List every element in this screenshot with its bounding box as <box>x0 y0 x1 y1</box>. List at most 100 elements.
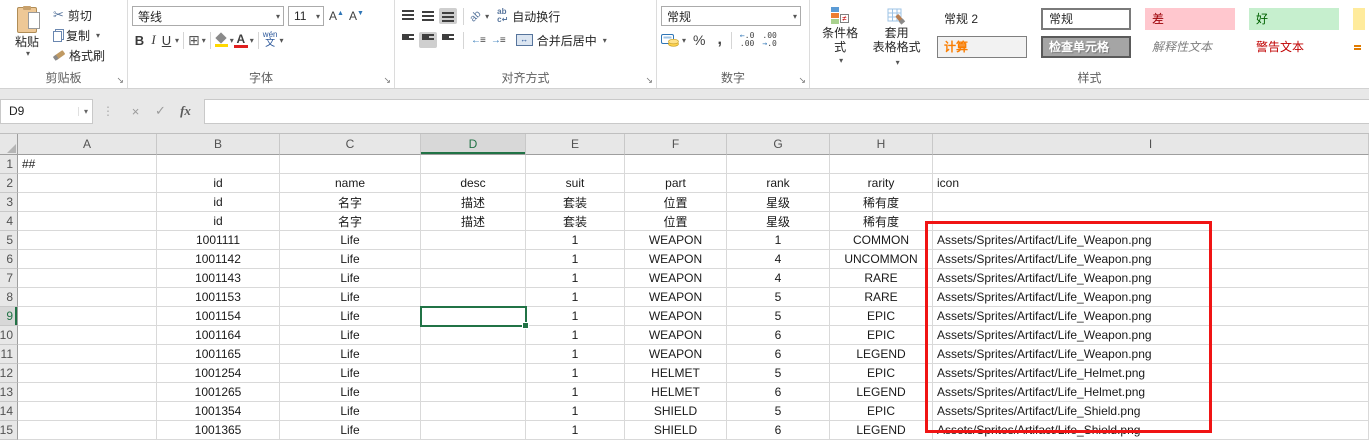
cell-G12[interactable]: 5 <box>727 364 830 383</box>
cell-style-bad[interactable]: 差 <box>1145 8 1235 30</box>
cell-C9[interactable]: Life <box>280 307 421 326</box>
cell-F6[interactable]: WEAPON <box>625 250 727 269</box>
cell-style-orange-sliver[interactable] <box>1353 36 1365 58</box>
row-header-1[interactable]: 1 <box>0 155 18 174</box>
cell-B2[interactable]: id <box>157 174 280 193</box>
cell-B14[interactable]: 1001354 <box>157 402 280 421</box>
cell-E14[interactable]: 1 <box>526 402 625 421</box>
row-header-7[interactable]: 7 <box>0 269 18 288</box>
cell-F7[interactable]: WEAPON <box>625 269 727 288</box>
cell-G13[interactable]: 6 <box>727 383 830 402</box>
cell-F4[interactable]: 位置 <box>625 212 727 231</box>
format-as-table-button[interactable]: 套用 表格格式 ▾ <box>866 4 927 72</box>
cell-A10[interactable] <box>18 326 157 345</box>
cell-F13[interactable]: HELMET <box>625 383 727 402</box>
column-header-E[interactable]: E <box>526 134 625 155</box>
cell-style-expl[interactable]: 解释性文本 <box>1145 36 1235 58</box>
paste-button[interactable]: 粘贴 ▾ <box>4 4 50 72</box>
cell-D10[interactable] <box>421 326 526 345</box>
cell-D12[interactable] <box>421 364 526 383</box>
cell-D5[interactable] <box>421 231 526 250</box>
fill-color-button[interactable] <box>215 33 228 47</box>
cell-D11[interactable] <box>421 345 526 364</box>
cell-D6[interactable] <box>421 250 526 269</box>
cell-A11[interactable] <box>18 345 157 364</box>
cell-I4[interactable] <box>933 212 1369 231</box>
cell-B6[interactable]: 1001142 <box>157 250 280 269</box>
cell-H5[interactable]: COMMON <box>830 231 933 250</box>
cell-G15[interactable]: 6 <box>727 421 830 440</box>
align-right-button[interactable] <box>439 32 457 48</box>
cell-style-warn[interactable]: 警告文本 <box>1249 36 1339 58</box>
insert-function-icon[interactable]: fx <box>173 103 198 119</box>
cell-C5[interactable]: Life <box>280 231 421 250</box>
cell-D13[interactable] <box>421 383 526 402</box>
cell-A8[interactable] <box>18 288 157 307</box>
formula-input[interactable] <box>204 99 1369 124</box>
cell-D4[interactable]: 描述 <box>421 212 526 231</box>
align-left-button[interactable] <box>399 32 417 48</box>
cell-C11[interactable]: Life <box>280 345 421 364</box>
cell-G9[interactable]: 5 <box>727 307 830 326</box>
cell-D1[interactable] <box>421 155 526 174</box>
copy-button[interactable]: 复制 ▾ <box>50 25 108 45</box>
comma-style-button[interactable]: , <box>717 31 721 49</box>
cell-F8[interactable]: WEAPON <box>625 288 727 307</box>
enter-icon[interactable]: ✓ <box>148 103 173 119</box>
cell-G8[interactable]: 5 <box>727 288 830 307</box>
cell-F15[interactable]: SHIELD <box>625 421 727 440</box>
cell-B10[interactable]: 1001164 <box>157 326 280 345</box>
cell-D14[interactable] <box>421 402 526 421</box>
cell-D8[interactable] <box>421 288 526 307</box>
cell-F14[interactable]: SHIELD <box>625 402 727 421</box>
cell-A6[interactable] <box>18 250 157 269</box>
cell-style-calc[interactable]: 计算 <box>937 36 1027 58</box>
number-format-combo[interactable]: 常规 ▾ <box>661 6 801 26</box>
cell-B12[interactable]: 1001254 <box>157 364 280 383</box>
cell-B5[interactable]: 1001111 <box>157 231 280 250</box>
cell-G10[interactable]: 6 <box>727 326 830 345</box>
cell-style-normal[interactable]: 常规 <box>1041 8 1131 30</box>
cell-F1[interactable] <box>625 155 727 174</box>
cell-I6[interactable]: Assets/Sprites/Artifact/Life_Weapon.png <box>933 250 1369 269</box>
column-header-G[interactable]: G <box>727 134 830 155</box>
cell-H12[interactable]: EPIC <box>830 364 933 383</box>
row-header-12[interactable]: 12 <box>0 364 18 383</box>
phonetic-guide-button[interactable]: wén 文 <box>263 31 278 49</box>
cell-A9[interactable] <box>18 307 157 326</box>
row-header-14[interactable]: 14 <box>0 402 18 421</box>
cell-C10[interactable]: Life <box>280 326 421 345</box>
cell-C3[interactable]: 名字 <box>280 193 421 212</box>
select-all-corner[interactable] <box>0 134 18 155</box>
cell-I7[interactable]: Assets/Sprites/Artifact/Life_Weapon.png <box>933 269 1369 288</box>
cell-C2[interactable]: name <box>280 174 421 193</box>
cell-E3[interactable]: 套装 <box>526 193 625 212</box>
row-header-5[interactable]: 5 <box>0 231 18 250</box>
cell-D2[interactable]: desc <box>421 174 526 193</box>
cell-E7[interactable]: 1 <box>526 269 625 288</box>
cell-B3[interactable]: id <box>157 193 280 212</box>
merge-center-button[interactable]: ↔ 合并后居中 ▾ <box>516 32 607 49</box>
row-header-11[interactable]: 11 <box>0 345 18 364</box>
cell-E15[interactable]: 1 <box>526 421 625 440</box>
row-header-15[interactable]: 15 <box>0 421 18 440</box>
cell-F10[interactable]: WEAPON <box>625 326 727 345</box>
cell-B11[interactable]: 1001165 <box>157 345 280 364</box>
cell-E12[interactable]: 1 <box>526 364 625 383</box>
cell-I10[interactable]: Assets/Sprites/Artifact/Life_Weapon.png <box>933 326 1369 345</box>
cell-I15[interactable]: Assets/Sprites/Artifact/Life_Shield.png <box>933 421 1369 440</box>
decrease-decimal-button[interactable]: .00→.0 <box>762 32 776 48</box>
cell-H1[interactable] <box>830 155 933 174</box>
cell-F5[interactable]: WEAPON <box>625 231 727 250</box>
cell-G11[interactable]: 6 <box>727 345 830 364</box>
cell-I2[interactable]: icon <box>933 174 1369 193</box>
cell-G14[interactable]: 5 <box>727 402 830 421</box>
decrease-indent-button[interactable]: ←≡ <box>471 35 485 46</box>
underline-button[interactable]: U <box>160 33 173 48</box>
row-header-9[interactable]: 9 <box>0 307 18 326</box>
cell-E4[interactable]: 套装 <box>526 212 625 231</box>
cell-E6[interactable]: 1 <box>526 250 625 269</box>
cell-I11[interactable]: Assets/Sprites/Artifact/Life_Weapon.png <box>933 345 1369 364</box>
cell-D3[interactable]: 描述 <box>421 193 526 212</box>
cell-F11[interactable]: WEAPON <box>625 345 727 364</box>
